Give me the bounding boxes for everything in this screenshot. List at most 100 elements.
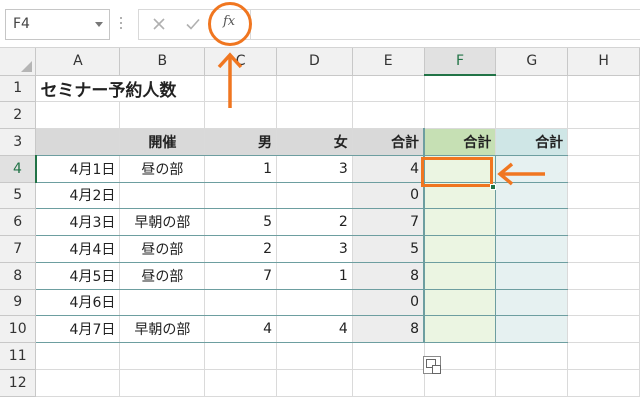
- header-total-e[interactable]: 合計: [352, 128, 426, 156]
- row-header-12[interactable]: 12: [0, 369, 37, 397]
- cell[interactable]: [567, 182, 640, 210]
- drag-handle-icon[interactable]: [119, 14, 123, 34]
- cell[interactable]: [119, 342, 206, 370]
- column-header-d[interactable]: D: [276, 48, 353, 76]
- row-header-5[interactable]: 5: [0, 182, 37, 210]
- session-cell[interactable]: [119, 289, 206, 317]
- total-g-cell[interactable]: [495, 315, 569, 343]
- cell[interactable]: [567, 208, 640, 236]
- header-total-f[interactable]: 合計: [424, 128, 497, 156]
- session-cell[interactable]: 昼の部: [119, 262, 206, 290]
- cell[interactable]: [119, 369, 206, 397]
- male-cell[interactable]: [204, 289, 278, 317]
- total-cell[interactable]: 8: [352, 315, 426, 343]
- name-box[interactable]: F4: [5, 9, 110, 40]
- cell[interactable]: [567, 235, 640, 263]
- chevron-down-icon[interactable]: [95, 22, 103, 27]
- cell[interactable]: [495, 342, 569, 370]
- total-f-cell[interactable]: [424, 208, 497, 236]
- total-cell[interactable]: 8: [352, 262, 426, 290]
- column-header-g[interactable]: G: [495, 48, 569, 76]
- cell[interactable]: [276, 101, 353, 129]
- male-cell[interactable]: 5: [204, 208, 278, 236]
- cell[interactable]: [352, 342, 425, 370]
- cell[interactable]: [567, 342, 640, 370]
- cell[interactable]: [567, 262, 640, 290]
- cell[interactable]: [424, 101, 497, 129]
- session-cell[interactable]: [119, 182, 206, 210]
- cell[interactable]: [567, 128, 640, 156]
- cell[interactable]: [276, 75, 353, 103]
- cell[interactable]: [567, 75, 640, 103]
- cell[interactable]: [352, 369, 425, 397]
- header-session[interactable]: 開催: [119, 128, 206, 156]
- total-g-cell[interactable]: [495, 289, 569, 317]
- male-cell[interactable]: [204, 182, 278, 210]
- date-cell[interactable]: 4月1日: [35, 155, 121, 183]
- cell[interactable]: [204, 342, 278, 370]
- cell[interactable]: [567, 315, 640, 343]
- date-cell[interactable]: 4月2日: [35, 182, 121, 210]
- formula-input[interactable]: [250, 9, 640, 40]
- enter-icon[interactable]: [185, 16, 201, 32]
- total-g-cell[interactable]: [495, 182, 569, 210]
- total-cell[interactable]: 0: [352, 182, 426, 210]
- sheet-title[interactable]: セミナー予約人数: [35, 75, 206, 103]
- header-male[interactable]: 男: [204, 128, 278, 156]
- row-header-7[interactable]: 7: [0, 235, 37, 263]
- column-header-b[interactable]: B: [119, 48, 206, 76]
- cell[interactable]: [352, 101, 425, 129]
- total-g-cell[interactable]: [495, 208, 569, 236]
- female-cell[interactable]: 3: [276, 235, 353, 263]
- date-cell[interactable]: 4月7日: [35, 315, 121, 343]
- column-header-e[interactable]: E: [352, 48, 425, 76]
- date-cell[interactable]: 4月4日: [35, 235, 121, 263]
- row-header-1[interactable]: 1: [0, 75, 37, 103]
- cell[interactable]: [567, 155, 640, 183]
- date-cell[interactable]: 4月6日: [35, 289, 121, 317]
- row-header-6[interactable]: 6: [0, 208, 37, 236]
- cell[interactable]: [567, 289, 640, 317]
- quick-analysis-icon[interactable]: [423, 356, 441, 374]
- row-header-8[interactable]: 8: [0, 262, 37, 290]
- total-f-cell[interactable]: [424, 289, 497, 317]
- cell[interactable]: [276, 369, 353, 397]
- column-header-a[interactable]: A: [35, 48, 121, 76]
- female-cell[interactable]: [276, 289, 353, 317]
- fill-handle[interactable]: [490, 184, 496, 190]
- cancel-icon[interactable]: [151, 16, 167, 32]
- cell[interactable]: [567, 369, 640, 397]
- row-header-4[interactable]: 4: [0, 155, 37, 183]
- cell[interactable]: [119, 101, 206, 129]
- column-header-f[interactable]: F: [424, 48, 497, 76]
- session-cell[interactable]: 昼の部: [119, 155, 206, 183]
- female-cell[interactable]: 3: [276, 155, 353, 183]
- row-header-9[interactable]: 9: [0, 289, 37, 317]
- cell[interactable]: [567, 101, 640, 129]
- male-cell[interactable]: 1: [204, 155, 278, 183]
- row-header-11[interactable]: 11: [0, 342, 37, 370]
- date-cell[interactable]: 4月5日: [35, 262, 121, 290]
- session-cell[interactable]: 昼の部: [119, 235, 206, 263]
- male-cell[interactable]: 4: [204, 315, 278, 343]
- cell[interactable]: [495, 75, 569, 103]
- female-cell[interactable]: 1: [276, 262, 353, 290]
- female-cell[interactable]: 2: [276, 208, 353, 236]
- total-f-cell[interactable]: [424, 235, 497, 263]
- cell[interactable]: [35, 101, 121, 129]
- cell[interactable]: [276, 342, 353, 370]
- session-cell[interactable]: 早朝の部: [119, 315, 206, 343]
- female-cell[interactable]: 4: [276, 315, 353, 343]
- total-cell[interactable]: 0: [352, 289, 426, 317]
- cell[interactable]: [495, 101, 569, 129]
- total-f-cell[interactable]: [424, 262, 497, 290]
- select-all-corner[interactable]: [0, 48, 37, 76]
- row-header-2[interactable]: 2: [0, 101, 37, 129]
- header-female[interactable]: 女: [276, 128, 353, 156]
- date-cell[interactable]: 4月3日: [35, 208, 121, 236]
- cell[interactable]: [352, 75, 425, 103]
- total-g-cell[interactable]: [495, 235, 569, 263]
- total-cell[interactable]: 7: [352, 208, 426, 236]
- row-header-3[interactable]: 3: [0, 128, 37, 156]
- male-cell[interactable]: 2: [204, 235, 278, 263]
